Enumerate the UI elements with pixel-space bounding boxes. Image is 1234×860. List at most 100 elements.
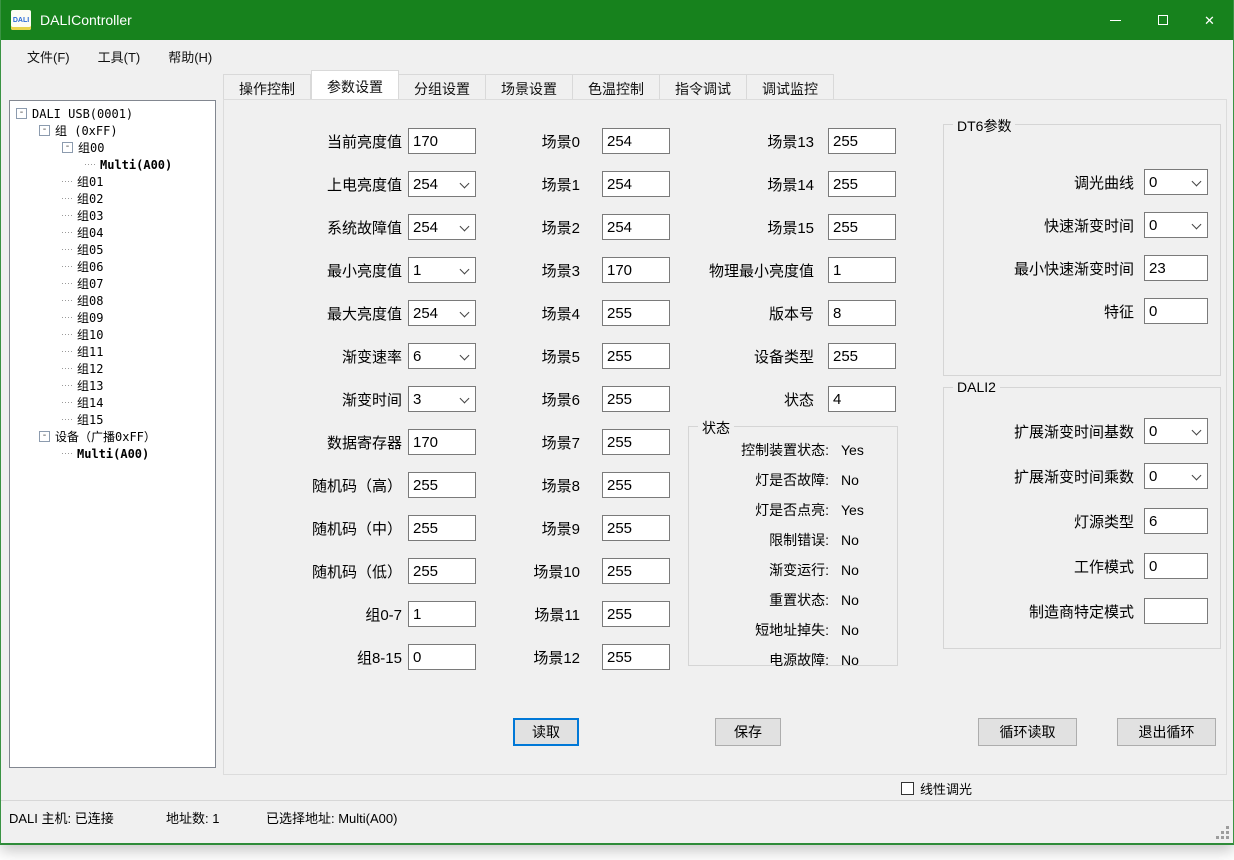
- tree-item[interactable]: 组06: [10, 258, 215, 275]
- field-input[interactable]: [1144, 553, 1208, 579]
- tree-item[interactable]: 组04: [10, 224, 215, 241]
- field-input[interactable]: [828, 386, 896, 412]
- tree-item[interactable]: -DALI USB(0001): [10, 105, 215, 122]
- linear-dimming-checkbox[interactable]: 线性调光: [901, 779, 972, 798]
- tree-collapse-icon[interactable]: -: [62, 142, 73, 153]
- maximize-button[interactable]: [1139, 0, 1186, 40]
- tree-collapse-icon[interactable]: -: [39, 431, 50, 442]
- device-tree[interactable]: -DALI USB(0001)-组 (0xFF)-组00Multi(A00)组0…: [9, 100, 216, 768]
- field-input[interactable]: [828, 128, 896, 154]
- menu-item-1[interactable]: 工具(T): [84, 42, 155, 71]
- tree-item[interactable]: -设备（广播0xFF）: [10, 428, 215, 445]
- tab-色温控制[interactable]: 色温控制: [573, 74, 660, 99]
- field-input[interactable]: [828, 300, 896, 326]
- field-label: 灯源类型: [944, 511, 1134, 532]
- resize-grip-icon[interactable]: [1216, 826, 1230, 840]
- field-input[interactable]: [828, 343, 896, 369]
- field-input[interactable]: [828, 214, 896, 240]
- status-selected-address: 已选择地址: Multi(A00): [266, 808, 397, 827]
- tree-item-label: Multi(A00): [100, 158, 172, 172]
- field-input[interactable]: [602, 171, 670, 197]
- chevron-down-icon: [1192, 177, 1202, 187]
- save-button[interactable]: 保存: [715, 718, 781, 746]
- field-row: 物理最小亮度值: [684, 257, 896, 283]
- field-combo[interactable]: 0: [1144, 169, 1208, 195]
- tree-connector-line: [62, 300, 74, 301]
- field-input[interactable]: [602, 515, 670, 541]
- field-row: 组0-7: [254, 601, 476, 627]
- field-label: 场景13: [684, 131, 814, 152]
- field-combo[interactable]: 0: [1144, 212, 1208, 238]
- field-row: 制造商特定模式: [944, 598, 1220, 624]
- tree-item[interactable]: Multi(A00): [10, 445, 215, 462]
- field-row: 随机码（中）: [254, 515, 476, 541]
- field-input[interactable]: [602, 558, 670, 584]
- tree-item[interactable]: 组02: [10, 190, 215, 207]
- read-button[interactable]: 读取: [513, 718, 579, 746]
- field-row: 状态: [684, 386, 896, 412]
- field-label: 特征: [944, 301, 1134, 322]
- tree-item[interactable]: -组 (0xFF): [10, 122, 215, 139]
- field-label: 状态: [684, 389, 814, 410]
- field-combo[interactable]: 0: [1144, 418, 1208, 444]
- tab-分组设置[interactable]: 分组设置: [399, 74, 486, 99]
- field-row: 场景13: [684, 128, 896, 154]
- field-input[interactable]: [602, 601, 670, 627]
- field-label: 版本号: [684, 303, 814, 324]
- tab-指令调试[interactable]: 指令调试: [660, 74, 747, 99]
- tree-item[interactable]: 组03: [10, 207, 215, 224]
- tree-item[interactable]: Multi(A00): [10, 156, 215, 173]
- field-input[interactable]: [1144, 508, 1208, 534]
- field-input[interactable]: [602, 214, 670, 240]
- field-label: 调光曲线: [944, 172, 1134, 193]
- tree-collapse-icon[interactable]: -: [39, 125, 50, 136]
- tree-item[interactable]: 组09: [10, 309, 215, 326]
- field-input[interactable]: [1144, 255, 1208, 281]
- tab-参数设置[interactable]: 参数设置: [311, 70, 399, 99]
- tree-item[interactable]: -组00: [10, 139, 215, 156]
- dali2-group-title: DALI2: [953, 379, 1000, 395]
- tab-操作控制[interactable]: 操作控制: [223, 74, 311, 99]
- field-input[interactable]: [602, 257, 670, 283]
- tree-collapse-icon[interactable]: -: [16, 108, 27, 119]
- tree-connector-line: [62, 402, 74, 403]
- status-row: 电源故障:No: [689, 645, 897, 675]
- field-input[interactable]: [602, 429, 670, 455]
- tree-item[interactable]: 组13: [10, 377, 215, 394]
- field-input[interactable]: [602, 128, 670, 154]
- tree-item[interactable]: 组05: [10, 241, 215, 258]
- title-bar: DALI DALIController ✕: [1, 0, 1233, 40]
- field-label: 最小亮度值: [254, 260, 402, 281]
- tab-场景设置[interactable]: 场景设置: [486, 74, 573, 99]
- tree-item[interactable]: 组10: [10, 326, 215, 343]
- tree-item[interactable]: 组01: [10, 173, 215, 190]
- field-input[interactable]: [828, 257, 896, 283]
- field-combo[interactable]: 0: [1144, 463, 1208, 489]
- field-input[interactable]: [1144, 598, 1208, 624]
- field-input[interactable]: [1144, 298, 1208, 324]
- field-input[interactable]: [602, 386, 670, 412]
- field-input[interactable]: [602, 644, 670, 670]
- field-input[interactable]: [602, 472, 670, 498]
- field-input[interactable]: [602, 343, 670, 369]
- status-bar: DALI 主机: 已连接 地址数: 1 已选择地址: Multi(A00): [1, 800, 1233, 843]
- tree-item[interactable]: 组15: [10, 411, 215, 428]
- tree-item[interactable]: 组11: [10, 343, 215, 360]
- field-row: 场景10: [454, 558, 670, 584]
- tree-item[interactable]: 组08: [10, 292, 215, 309]
- tree-connector-line: [62, 181, 74, 182]
- status-row-label: 渐变运行:: [689, 560, 829, 580]
- minimize-button[interactable]: [1092, 0, 1139, 40]
- tree-item[interactable]: 组12: [10, 360, 215, 377]
- exit-loop-button[interactable]: 退出循环: [1117, 718, 1216, 746]
- field-input[interactable]: [602, 300, 670, 326]
- menu-item-2[interactable]: 帮助(H): [154, 42, 226, 71]
- close-button[interactable]: ✕: [1186, 0, 1233, 40]
- tree-item[interactable]: 组14: [10, 394, 215, 411]
- tab-调试监控[interactable]: 调试监控: [747, 74, 834, 99]
- field-input[interactable]: [828, 171, 896, 197]
- field-row: 场景9: [454, 515, 670, 541]
- menu-item-0[interactable]: 文件(F): [13, 42, 84, 71]
- loop-read-button[interactable]: 循环读取: [978, 718, 1077, 746]
- tree-item[interactable]: 组07: [10, 275, 215, 292]
